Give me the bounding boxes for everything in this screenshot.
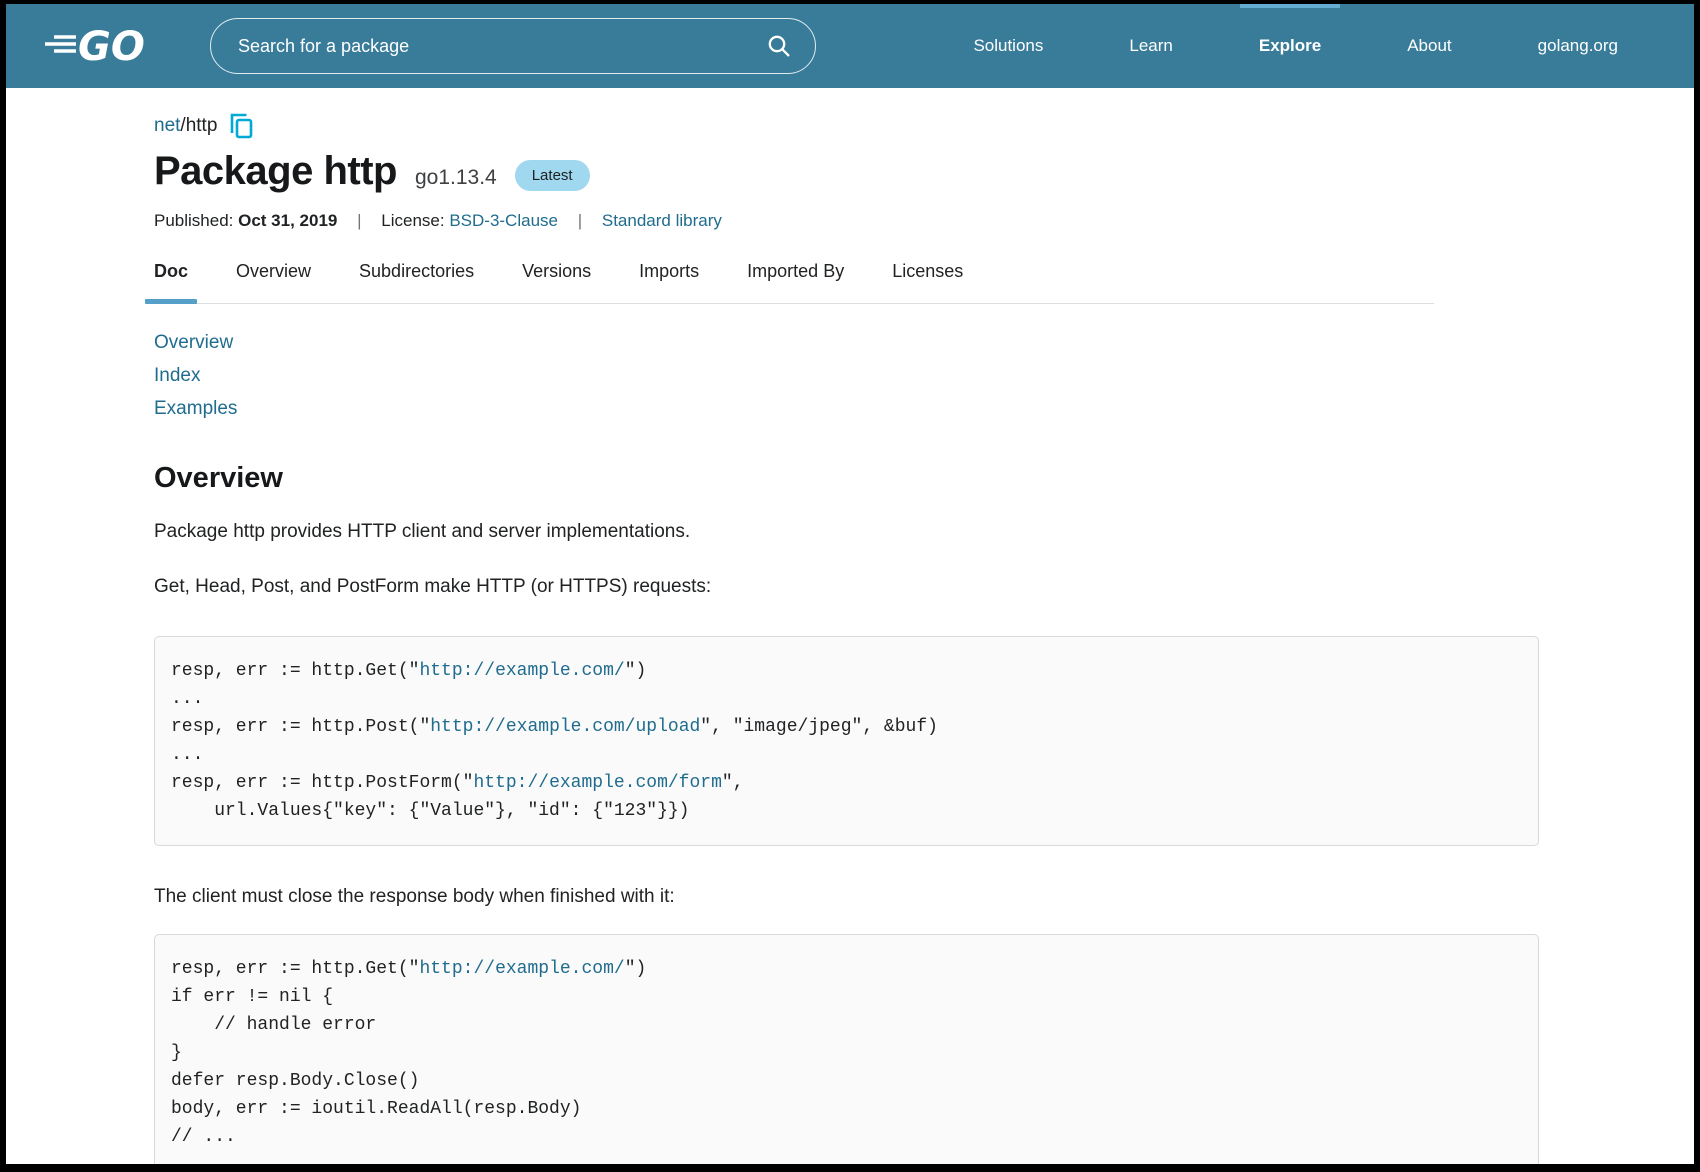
code-text: resp, err := http.Get(": [171, 661, 419, 681]
title-row: Package http go1.13.4 Latest: [154, 149, 1543, 195]
main-content: net/http Package http go1.13.4 Latest Pu…: [6, 113, 1543, 1172]
tab-bar: Doc Overview Subdirectories Versions Imports…: [154, 261, 1434, 304]
toc-item: Index: [154, 360, 1543, 393]
code-text: ...: [171, 689, 203, 709]
breadcrumb-net-link[interactable]: net: [154, 115, 180, 137]
standard-library-link[interactable]: Standard library: [602, 211, 722, 230]
toc-link-index[interactable]: Index: [154, 365, 200, 386]
toc-link-overview[interactable]: Overview: [154, 332, 233, 353]
go-logo-icon: GO: [44, 23, 164, 69]
section-heading-overview: Overview: [154, 462, 1543, 495]
code-text: ",: [722, 773, 744, 793]
search-input[interactable]: [238, 36, 755, 57]
code-line: // handle error: [171, 1011, 1522, 1039]
code-text: resp, err := http.Post(": [171, 717, 430, 737]
doc-paragraph: The client must close the response body …: [154, 886, 1543, 908]
latest-badge[interactable]: Latest: [515, 160, 590, 191]
page-title: Package http: [154, 149, 397, 194]
code-line: // ...: [171, 1123, 1522, 1151]
code-url-link[interactable]: http://example.com/: [419, 661, 624, 681]
code-text: ...: [171, 745, 203, 765]
tab-doc[interactable]: Doc: [154, 261, 188, 303]
copy-path-icon[interactable]: [230, 113, 253, 139]
code-line: if err != nil {: [171, 983, 1522, 1011]
package-version: go1.13.4: [415, 166, 497, 190]
code-url-link[interactable]: http://example.com/: [419, 959, 624, 979]
nav-item-explore[interactable]: Explore: [1259, 4, 1321, 88]
tab-imported-by[interactable]: Imported By: [747, 261, 844, 303]
svg-text:GO: GO: [78, 24, 145, 69]
code-line: defer resp.Body.Close(): [171, 1067, 1522, 1095]
code-text: "): [625, 661, 647, 681]
go-logo[interactable]: GO: [44, 23, 164, 69]
doc-paragraph: Get, Head, Post, and PostForm make HTTP …: [154, 576, 1543, 598]
code-line: ...: [171, 685, 1522, 713]
tab-imports[interactable]: Imports: [639, 261, 699, 303]
tab-subdirectories[interactable]: Subdirectories: [359, 261, 474, 303]
nav-item-golang-org[interactable]: golang.org: [1538, 4, 1618, 88]
breadcrumb: net/http: [154, 113, 1543, 139]
doc-paragraph: Package http provides HTTP client and se…: [154, 521, 1543, 543]
code-example-block-1: resp, err := http.Get("http://example.co…: [154, 636, 1539, 846]
code-text: defer resp.Body.Close(): [171, 1071, 419, 1091]
code-line: ...: [171, 741, 1522, 769]
doc-toc: Overview Index Examples: [154, 327, 1543, 426]
code-text: resp, err := http.Get(": [171, 959, 419, 979]
code-text: // ...: [171, 1127, 236, 1147]
code-line: }: [171, 1039, 1522, 1067]
meta-separator: |: [578, 211, 582, 230]
code-line: resp, err := http.Get("http://example.co…: [171, 657, 1522, 685]
code-line: resp, err := http.PostForm("http://examp…: [171, 769, 1522, 797]
code-text: // handle error: [171, 1015, 376, 1035]
code-line: resp, err := http.Get("http://example.co…: [171, 955, 1522, 983]
published-date: Oct 31, 2019: [238, 211, 337, 230]
code-url-link[interactable]: http://example.com/upload: [430, 717, 700, 737]
code-text: url.Values{"key": {"Value"}, "id": {"123…: [171, 801, 689, 821]
code-url-link[interactable]: http://example.com/form: [473, 773, 721, 793]
toc-item: Examples: [154, 393, 1543, 426]
nav-item-about[interactable]: About: [1407, 4, 1451, 88]
license-label: License:: [381, 211, 444, 230]
primary-nav: Solutions Learn Explore About golang.org: [973, 4, 1618, 88]
code-text: "): [625, 959, 647, 979]
code-line: body, err := ioutil.ReadAll(resp.Body): [171, 1095, 1522, 1123]
code-text: ", "image/jpeg", &buf): [700, 717, 938, 737]
code-line: url.Values{"key": {"Value"}, "id": {"123…: [171, 797, 1522, 825]
code-text: resp, err := http.PostForm(": [171, 773, 473, 793]
tab-overview[interactable]: Overview: [236, 261, 311, 303]
nav-item-solutions[interactable]: Solutions: [973, 4, 1043, 88]
nav-item-learn[interactable]: Learn: [1129, 4, 1172, 88]
site-header: GO Solutions Learn Explore About golang.org: [6, 4, 1694, 88]
breadcrumb-current: http: [186, 115, 218, 137]
toc-item: Overview: [154, 327, 1543, 360]
code-text: }: [171, 1043, 182, 1063]
license-link[interactable]: BSD-3-Clause: [449, 211, 558, 230]
code-text: body, err := ioutil.ReadAll(resp.Body): [171, 1099, 581, 1119]
meta-separator: |: [357, 211, 361, 230]
package-meta: Published: Oct 31, 2019 | License: BSD-3…: [154, 211, 1543, 231]
code-text: if err != nil {: [171, 987, 333, 1007]
search-form: [210, 18, 816, 74]
published-label: Published:: [154, 211, 233, 230]
page-frame: GO SolutionsLearnExploreAboutgolang.org …: [0, 0, 1700, 1172]
code-example-block-2: resp, err := http.Get("http://example.co…: [154, 934, 1539, 1172]
tab-licenses[interactable]: Licenses: [892, 261, 963, 303]
search-icon[interactable]: [767, 34, 791, 58]
code-line: resp, err := http.Post("http://example.c…: [171, 713, 1522, 741]
toc-link-examples[interactable]: Examples: [154, 398, 237, 419]
tab-versions[interactable]: Versions: [522, 261, 591, 303]
